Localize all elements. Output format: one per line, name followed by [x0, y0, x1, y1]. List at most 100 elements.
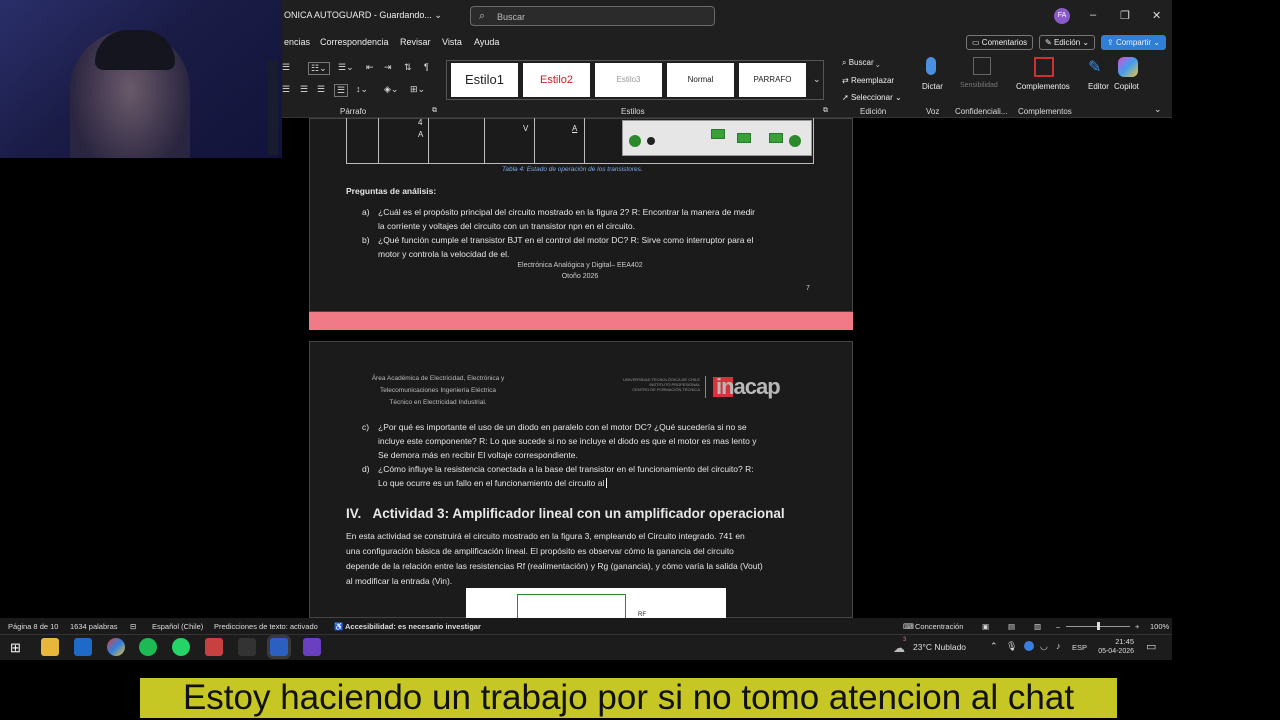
print-layout-icon[interactable]: ▤ [1008, 622, 1015, 631]
addins-label[interactable]: Complementos [1016, 82, 1070, 91]
proofing-icon[interactable]: ⊟ [130, 622, 136, 631]
document-title[interactable]: ONICA AUTOGUARD - Guardando... ⌄ [284, 10, 442, 21]
zoom-slider-thumb[interactable] [1097, 622, 1100, 630]
decrease-indent-icon[interactable]: ⇤ [366, 62, 374, 73]
question-c-line1[interactable]: ¿Por qué es importante el uso de un diod… [378, 420, 814, 434]
zoom-level[interactable]: 100% [1150, 622, 1169, 631]
align-right-icon[interactable]: ☰ [317, 84, 325, 95]
collapse-ribbon-icon[interactable]: ⌄ [1154, 104, 1162, 115]
replace-button[interactable]: ⇄ Reemplazar [842, 76, 894, 85]
question-b-line1[interactable]: ¿Qué función cumple el transistor BJT en… [378, 233, 814, 247]
focus-mode[interactable]: Concentración [915, 622, 963, 631]
app-icon[interactable] [238, 638, 256, 656]
paragraph-line[interactable]: depende de la relación entre las resiste… [346, 559, 814, 573]
app-tray-icon[interactable] [1024, 641, 1034, 651]
editor-label[interactable]: Editor [1088, 82, 1109, 91]
question-d-line1[interactable]: ¿Cómo influye la resistencia conectada a… [378, 462, 814, 476]
menu-item-help[interactable]: Ayuda [474, 37, 499, 47]
figure-3-image[interactable]: RF [466, 588, 726, 618]
share-button[interactable]: ⇪ Compartir ⌄ [1101, 35, 1166, 50]
sort-icon[interactable]: ⇅ [404, 62, 412, 73]
line-spacing-icon[interactable]: ↕⌄ [356, 84, 368, 95]
dialog-launcher-icon[interactable]: ⧉ [823, 107, 828, 115]
editor-icon[interactable]: ✎ [1088, 57, 1108, 77]
question-d-line2[interactable]: Lo que ocurre es un fallo en el funciona… [378, 476, 610, 490]
justify-icon[interactable]: ☰ [334, 84, 349, 97]
file-explorer-icon[interactable] [41, 638, 59, 656]
input-language[interactable]: ESP [1072, 643, 1087, 652]
style-normal[interactable]: Normal [667, 63, 734, 97]
question-b-line2[interactable]: motor y controla la velocidad de el. [378, 247, 509, 261]
spotify-icon[interactable] [139, 638, 157, 656]
wifi-icon[interactable]: ◡ [1040, 641, 1048, 652]
microphone-icon[interactable] [926, 57, 936, 75]
select-button[interactable]: ➚ Seleccionar ⌄ [842, 93, 902, 102]
outlook-icon[interactable] [74, 638, 92, 656]
section-heading[interactable]: IV. Actividad 3: Amplificador lineal con… [346, 506, 785, 521]
style-parrafo[interactable]: PARRAFO [739, 63, 806, 97]
align-left-icon[interactable]: ☰ [282, 84, 290, 95]
styles-more-icon[interactable]: ⌄ [813, 74, 821, 85]
sensitivity-label[interactable]: Sensibilidad [960, 82, 998, 89]
accessibility-status[interactable]: Accesibilidad: es necesario investigar [345, 622, 481, 631]
pilcrow-icon[interactable]: ¶ [424, 62, 429, 72]
search-box[interactable]: ⌕ Buscar [470, 6, 715, 26]
volume-icon[interactable]: ♪ [1056, 641, 1061, 651]
microphone-icon[interactable]: 🎙 [1006, 641, 1017, 652]
addins-icon[interactable] [1034, 57, 1054, 77]
copilot-label[interactable]: Copilot [1114, 82, 1139, 91]
paragraph-line[interactable]: En esta actividad se construirá el circu… [346, 529, 814, 543]
question-c-line3[interactable]: Se demora más en recibir El voltaje corr… [378, 448, 578, 462]
dictate-label[interactable]: Dictar [922, 82, 943, 91]
chevron-up-icon[interactable]: ⌃ [990, 641, 998, 652]
question-c-line2[interactable]: incluye este componente? R: Lo que suced… [378, 434, 814, 448]
web-layout-icon[interactable]: ▥ [1034, 622, 1041, 631]
style-estilo3[interactable]: Estilo3 [595, 63, 662, 97]
question-a-line1[interactable]: ¿Cuál es el propósito principal del circ… [378, 205, 814, 219]
app-icon[interactable] [205, 638, 223, 656]
restore-button[interactable]: ❐ [1120, 9, 1130, 22]
question-a-line2[interactable]: la corriente y voltajes del circuito con… [378, 219, 635, 233]
menu-item-view[interactable]: Vista [442, 37, 462, 47]
clock-time[interactable]: 21:45 [1094, 637, 1134, 646]
copilot-icon[interactable] [1118, 57, 1138, 77]
page-count[interactable]: Página 8 de 10 [8, 622, 58, 631]
avatar[interactable]: FA [1054, 8, 1070, 24]
menu-item-mailings[interactable]: Correspondencia [320, 37, 389, 47]
start-icon[interactable]: ⊞ [10, 640, 21, 656]
shading-icon[interactable]: ◈⌄ [384, 84, 398, 95]
minimize-button[interactable]: – [1090, 9, 1096, 21]
zoom-in-button[interactable]: + [1135, 622, 1139, 631]
chrome-icon[interactable] [107, 638, 125, 656]
align-center-icon[interactable]: ☰ [300, 84, 308, 95]
paragraph-line[interactable]: una configuración básica de amplificació… [346, 544, 814, 558]
language-status[interactable]: Español (Chile) [152, 622, 203, 631]
paragraph-line[interactable]: al modificar la entrada (Vin). [346, 574, 452, 588]
clock-date[interactable]: 05-04-2026 [1090, 648, 1134, 655]
notifications-icon[interactable]: ▭ [1146, 640, 1156, 653]
sensitivity-icon[interactable] [973, 57, 991, 75]
multilevel-list-icon[interactable]: ☰⌄ [338, 62, 354, 73]
zoom-out-button[interactable]: – [1056, 622, 1060, 631]
word-count[interactable]: 1634 palabras [70, 622, 118, 631]
editing-mode-button[interactable]: ✎ Edición ⌄ [1039, 35, 1096, 50]
circuit-image[interactable] [622, 120, 812, 156]
numbering-icon[interactable]: ☷⌄ [308, 62, 330, 75]
dialog-launcher-icon[interactable]: ⧉ [432, 107, 437, 115]
comments-button[interactable]: ▭ Comentarios [966, 35, 1034, 50]
menu-item-references[interactable]: encias [284, 37, 310, 47]
style-estilo1[interactable]: Estilo1 [451, 63, 518, 97]
borders-icon[interactable]: ⊞⌄ [410, 84, 425, 95]
style-estilo2[interactable]: Estilo2 [523, 63, 590, 97]
app-icon[interactable] [303, 638, 321, 656]
find-button[interactable]: ⌕ Buscar ⌄ [842, 58, 880, 68]
menu-item-review[interactable]: Revisar [400, 37, 431, 47]
increase-indent-icon[interactable]: ⇥ [384, 62, 392, 73]
text-predictions-status[interactable]: Predicciones de texto: activado [214, 622, 318, 631]
close-button[interactable]: ✕ [1152, 9, 1161, 22]
word-icon[interactable] [270, 638, 288, 656]
read-mode-icon[interactable]: ▣ [982, 622, 989, 631]
whatsapp-icon[interactable] [172, 638, 190, 656]
bullets-icon[interactable]: ☰ [282, 62, 290, 73]
weather-widget[interactable]: 23°C Nublado [913, 642, 966, 652]
